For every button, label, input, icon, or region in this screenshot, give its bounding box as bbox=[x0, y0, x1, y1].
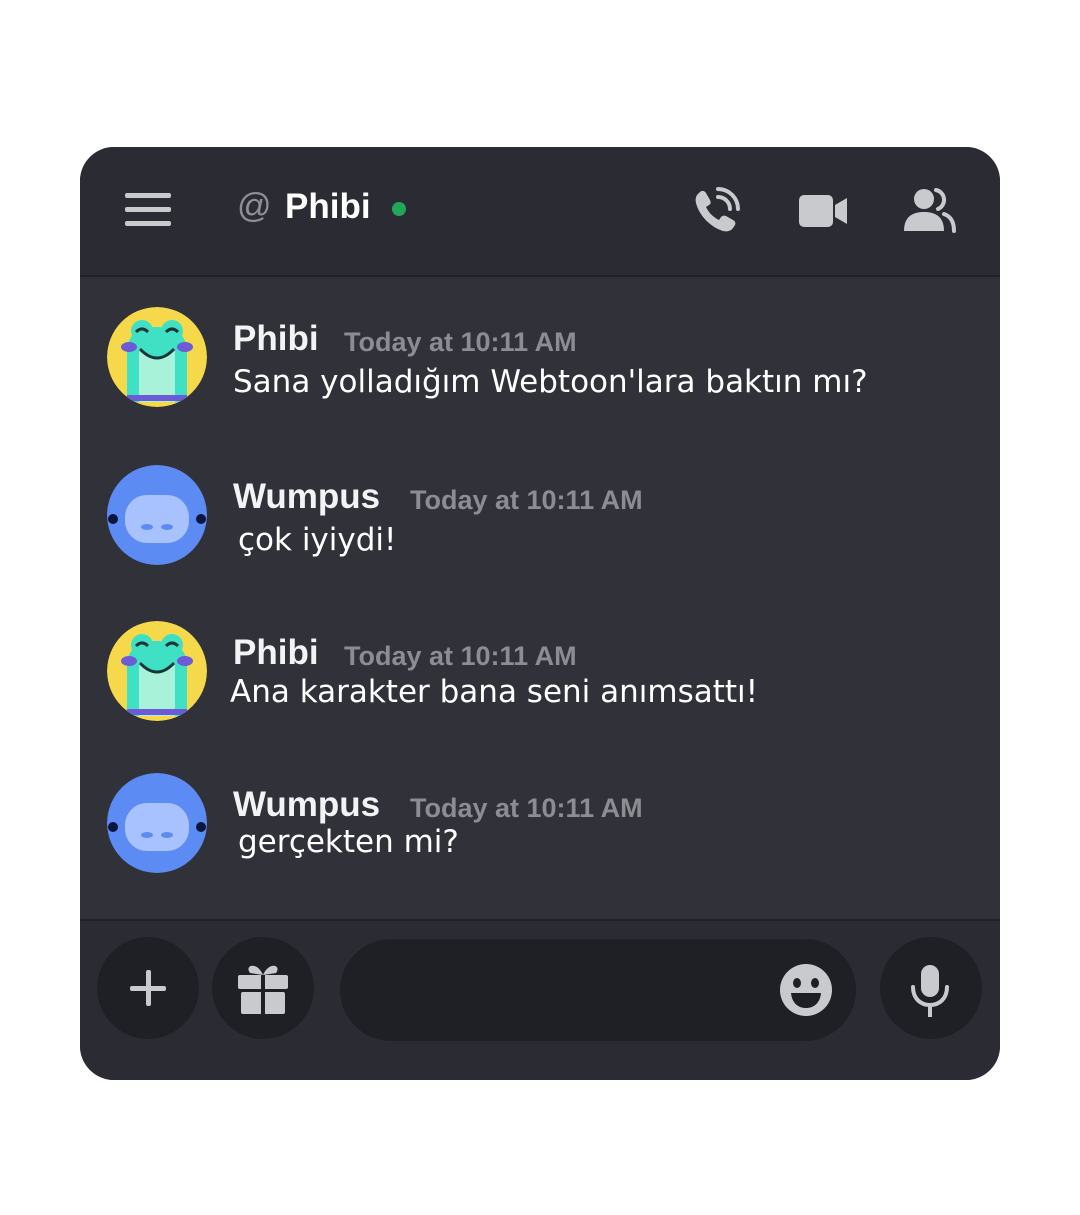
voice-call-icon[interactable] bbox=[690, 185, 742, 237]
chat-window: @ Phibi Phibi Today at 10:11 AM Sana yol… bbox=[80, 147, 1000, 1080]
message-item: Wumpus Today at 10:11 AM gerçekten mi? bbox=[80, 773, 1000, 893]
channel-name: Phibi bbox=[285, 187, 371, 226]
message-item: Phibi Today at 10:11 AM Ana karakter ban… bbox=[80, 621, 1000, 741]
voice-message-button[interactable] bbox=[880, 937, 982, 1039]
frog-avatar[interactable] bbox=[107, 307, 207, 407]
message-timestamp: Today at 10:11 AM bbox=[410, 485, 643, 515]
message-item: Phibi Today at 10:11 AM Sana yolladığım … bbox=[80, 307, 1000, 427]
message-author[interactable]: Phibi bbox=[233, 633, 319, 673]
add-attachment-button[interactable] bbox=[97, 937, 199, 1039]
menu-icon[interactable] bbox=[125, 193, 171, 227]
message-list: Phibi Today at 10:11 AM Sana yolladığım … bbox=[80, 277, 1000, 919]
message-input[interactable] bbox=[340, 939, 856, 1041]
microphone-icon bbox=[911, 965, 949, 1017]
message-author[interactable]: Wumpus bbox=[233, 477, 380, 517]
channel-header: @ Phibi bbox=[80, 147, 1000, 277]
plus-icon bbox=[130, 970, 166, 1006]
emoji-icon[interactable] bbox=[778, 962, 834, 1018]
member-list-icon[interactable] bbox=[902, 187, 956, 233]
gift-icon bbox=[238, 965, 288, 1015]
message-content: çok iyiydi! bbox=[238, 522, 397, 558]
online-status-icon bbox=[392, 202, 406, 216]
frog-avatar[interactable] bbox=[107, 621, 207, 721]
message-timestamp: Today at 10:11 AM bbox=[344, 327, 577, 357]
message-content: Sana yolladığım Webtoon'lara baktın mı? bbox=[233, 364, 868, 400]
video-call-icon[interactable] bbox=[797, 191, 849, 231]
wumpus-avatar[interactable] bbox=[107, 465, 207, 565]
message-content: Ana karakter bana seni anımsattı! bbox=[230, 674, 759, 710]
message-author[interactable]: Wumpus bbox=[233, 785, 380, 825]
message-author[interactable]: Phibi bbox=[233, 319, 319, 359]
gift-button[interactable] bbox=[212, 937, 314, 1039]
message-composer bbox=[80, 919, 1000, 1080]
message-timestamp: Today at 10:11 AM bbox=[344, 641, 577, 671]
at-icon: @ bbox=[237, 187, 272, 225]
message-timestamp: Today at 10:11 AM bbox=[410, 793, 643, 823]
message-content: gerçekten mi? bbox=[238, 824, 459, 860]
wumpus-avatar[interactable] bbox=[107, 773, 207, 873]
message-item: Wumpus Today at 10:11 AM çok iyiydi! bbox=[80, 465, 1000, 585]
